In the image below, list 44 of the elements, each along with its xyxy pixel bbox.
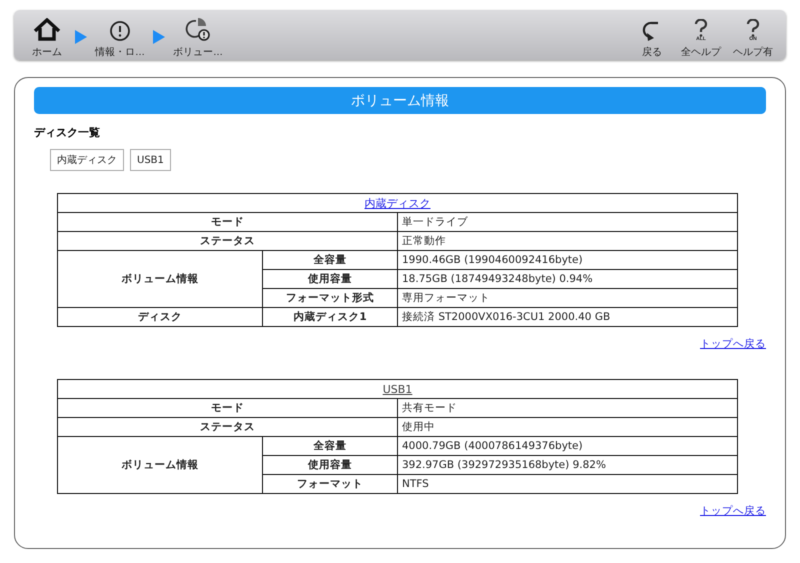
row-label: 使用容量 [262, 270, 398, 288]
row-value: 1990.46GB (1990460092416byte) [398, 250, 738, 270]
breadcrumb-item[interactable]: 情報・ロ… [90, 10, 150, 60]
exclamation-circle-icon [109, 20, 131, 42]
row-value: 392.97GB (392972935168byte) 9.82% [398, 456, 738, 474]
section-heading: ディスク一覧 [34, 125, 101, 140]
question-mark-icon [746, 19, 760, 37]
row-label: ステータス [58, 418, 398, 436]
table-title-link[interactable]: USB1 [382, 382, 412, 396]
page-title: ボリューム情報 [34, 87, 766, 114]
pie-chart-warning-icon [185, 16, 211, 42]
back-to-top-link[interactable]: トップへ戻る [700, 337, 766, 351]
row-value: 正常動作 [398, 232, 738, 250]
row-label: モード [58, 398, 398, 418]
row-value: 使用中 [398, 418, 738, 436]
arrow-icon [152, 29, 166, 45]
row-label: 使用容量 [262, 456, 398, 474]
row-value: 接続済 ST2000VX016-3CU1 2000.40 GB [398, 308, 738, 326]
row-label: 内蔵ディスク1 [262, 308, 398, 326]
row-label: ステータス [58, 232, 398, 250]
row-label: 全容量 [262, 250, 398, 270]
row-value: 専用フォーマット [398, 288, 738, 308]
row-value: 18.75GB (18749493248byte) 0.94% [398, 270, 738, 288]
back-button[interactable]: 戻る [630, 10, 674, 60]
back-to-top-link[interactable]: トップへ戻る [700, 504, 766, 518]
group-label: ボリューム情報 [58, 250, 262, 308]
question-mark-icon [694, 19, 708, 37]
table-title-link[interactable]: 内蔵ディスク [364, 196, 430, 210]
group-label: ボリューム情報 [58, 436, 262, 494]
row-value: NTFS [398, 474, 738, 494]
row-value: 共有モード [398, 398, 738, 418]
arrow-icon [74, 29, 88, 45]
breadcrumb-item[interactable]: ボリュー… [168, 10, 228, 60]
row-label: 全容量 [262, 436, 398, 456]
row-label: フォーマット形式 [262, 288, 398, 308]
row-label: フォーマット [262, 474, 398, 494]
breadcrumb-item[interactable]: ホーム [22, 10, 72, 60]
disk-button[interactable]: 内蔵ディスク [50, 149, 124, 171]
row-value: 単一ドライブ [398, 212, 738, 232]
row-label: モード [58, 212, 398, 232]
home-icon [32, 18, 62, 42]
row-value: 4000.79GB (4000786149376byte) [398, 436, 738, 456]
group-label: ディスク [58, 308, 262, 326]
disk-button[interactable]: USB1 [130, 149, 171, 171]
